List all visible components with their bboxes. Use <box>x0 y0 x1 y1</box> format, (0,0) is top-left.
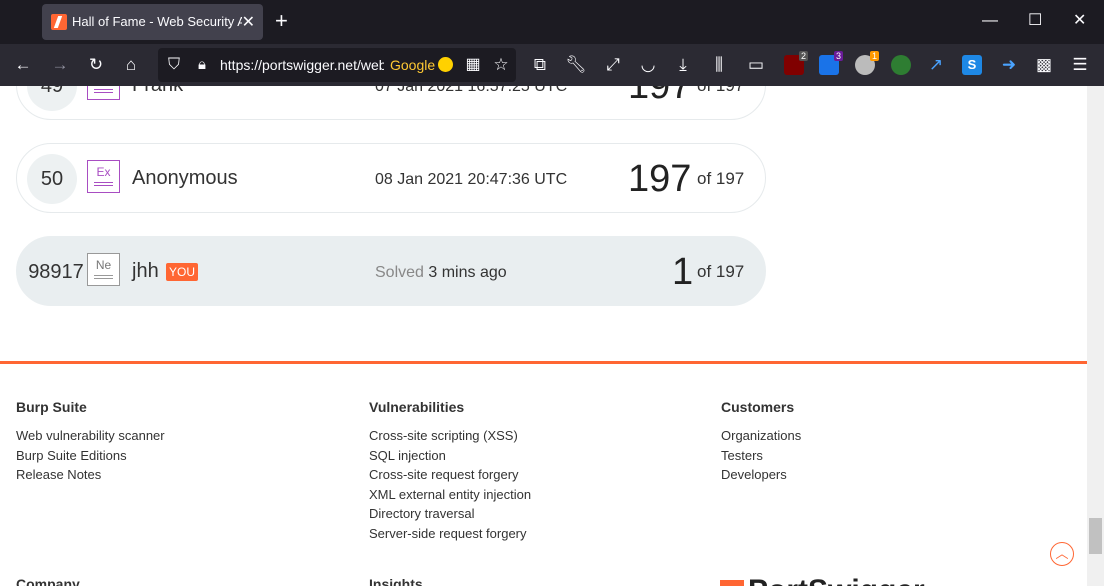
download-icon[interactable]: ⤓ <box>671 54 695 76</box>
score-total: of 197 <box>697 169 745 188</box>
reload-icon[interactable]: ↻ <box>84 54 108 76</box>
extension-forward-icon[interactable]: ➜ <box>997 54 1021 76</box>
score-total: of 197 <box>697 86 744 96</box>
url-text[interactable]: https://portswigger.net/web-security/all… <box>220 57 384 73</box>
user-name: Anonymous <box>132 167 238 189</box>
you-badge: YOU <box>166 263 199 281</box>
maximize-icon[interactable]: ☐ <box>1028 12 1042 30</box>
rank-number: 98917 <box>28 261 84 283</box>
leaderboard-row: 49 Frank 07 Jan 2021 16:57:25 UTC 197 of… <box>16 86 766 120</box>
back-icon[interactable]: ← <box>11 54 35 76</box>
close-tab-icon[interactable]: ✕ <box>242 12 255 32</box>
completion-time: 07 Jan 2021 16:57:25 UTC <box>375 86 568 95</box>
extension-blue-icon[interactable]: 3 <box>819 51 843 75</box>
new-tab-icon[interactable]: + <box>275 9 288 33</box>
rank-number: 49 <box>27 86 77 111</box>
scrollbar-thumb[interactable] <box>1089 518 1102 554</box>
element-avatar-icon: Ne <box>87 253 120 286</box>
footer-link[interactable]: Organizations <box>721 426 801 446</box>
score-value: 1 <box>672 251 694 293</box>
footer-link[interactable]: Release Notes <box>16 465 165 485</box>
score-total: of 197 <box>697 262 745 281</box>
rank-number: 50 <box>27 154 77 204</box>
ublock-icon[interactable]: 2 <box>784 51 808 75</box>
footer-link[interactable]: Burp Suite Editions <box>16 446 165 466</box>
footer-link[interactable]: Testers <box>721 446 801 466</box>
user-name: Frank <box>132 86 183 97</box>
minimize-icon[interactable]: — <box>982 12 998 30</box>
tracking-shield-icon[interactable]: ⛉ <box>162 54 186 76</box>
bookmark-star-icon[interactable]: ☆ <box>489 54 513 76</box>
element-avatar-icon: Ex <box>87 160 120 193</box>
score-value: 197 <box>628 158 692 200</box>
fullscreen-icon[interactable]: ⤢ <box>601 54 625 76</box>
extensions-grid-icon[interactable]: ▩ <box>1032 54 1056 76</box>
completion-time: 08 Jan 2021 20:47:36 UTC <box>375 171 568 188</box>
portswigger-favicon-icon <box>51 14 67 30</box>
footer-link[interactable]: SQL injection <box>369 446 531 466</box>
tab-title: Hall of Fame - Web Security Academy <box>72 14 242 29</box>
wrench-icon[interactable]: 🔧︎ <box>564 54 588 76</box>
footer-heading-customers: Customers <box>721 399 795 415</box>
footer-divider <box>0 361 1087 364</box>
completion-time: Solved 3 mins ago <box>375 264 507 282</box>
tab-bar: Hall of Fame - Web Security Academy ✕ + … <box>0 0 1104 44</box>
pocket-icon[interactable]: ◡ <box>636 54 660 76</box>
leaderboard-row: 50 Ex Anonymous 08 Jan 2021 20:47:36 UTC… <box>16 143 766 213</box>
solved-label: Solved <box>375 264 424 281</box>
solved-time: 3 mins ago <box>428 264 507 281</box>
close-window-icon[interactable]: ✕ <box>1073 12 1086 30</box>
lock-icon[interactable]: 🔒︎ <box>190 54 214 76</box>
footer-link[interactable]: Directory traversal <box>369 504 531 524</box>
address-bar[interactable]: ⛉ 🔒︎ https://portswigger.net/web-securit… <box>158 48 516 82</box>
page-scrollbar[interactable] <box>1087 86 1104 586</box>
footer-links-vulnerabilities: Cross-site scripting (XSS) SQL injection… <box>369 426 531 544</box>
footer-link[interactable]: Cross-site request forgery <box>369 465 531 485</box>
footer-link[interactable]: Cross-site scripting (XSS) <box>369 426 531 446</box>
home-icon[interactable]: ⌂ <box>119 54 143 76</box>
logo-mark-icon <box>720 580 744 586</box>
extension-shoe-icon[interactable]: 1 <box>855 51 879 75</box>
page-content: 49 Frank 07 Jan 2021 16:57:25 UTC 197 of… <box>0 86 1087 586</box>
footer-link[interactable]: Developers <box>721 465 801 485</box>
user-name: jhh <box>132 260 159 282</box>
footer-links-burp-suite: Web vulnerability scanner Burp Suite Edi… <box>16 426 165 485</box>
footer-heading-vulnerabilities: Vulnerabilities <box>369 399 465 415</box>
footer-heading-company: Company <box>16 576 80 586</box>
library-icon[interactable]: ⫼ <box>707 54 731 76</box>
score-value: 197 <box>628 86 692 107</box>
footer-link[interactable]: XML external entity injection <box>369 485 531 505</box>
navigation-toolbar: ← → ↻ ⌂ ⛉ 🔒︎ https://portswigger.net/web… <box>0 44 1104 86</box>
search-engine-label[interactable]: Google <box>390 57 435 73</box>
extension-arrow-icon[interactable]: ↗ <box>924 54 948 76</box>
active-tab[interactable]: Hall of Fame - Web Security Academy ✕ <box>42 4 263 40</box>
extension-puzzle-icon[interactable]: ⧉ <box>528 54 552 76</box>
sidebar-icon[interactable]: ▭ <box>744 54 768 76</box>
footer-heading-insights: Insights <box>369 576 423 586</box>
scroll-to-top-icon[interactable]: ︿ <box>1050 542 1074 566</box>
extension-s-icon[interactable]: S <box>962 55 982 75</box>
element-avatar-icon <box>87 86 120 100</box>
footer-link[interactable]: Server-side request forgery <box>369 524 531 544</box>
extension-green-icon[interactable] <box>891 55 911 75</box>
footer-heading-burp-suite: Burp Suite <box>16 399 87 415</box>
grid-icon[interactable]: ▦ <box>461 54 485 76</box>
footer-link[interactable]: Web vulnerability scanner <box>16 426 165 446</box>
forward-icon[interactable]: → <box>48 54 72 76</box>
footer-links-customers: Organizations Testers Developers <box>721 426 801 485</box>
status-dot-icon <box>438 57 453 72</box>
menu-icon[interactable]: ☰ <box>1068 54 1092 76</box>
current-user-row: 98917 Ne jhh YOU Solved 3 mins ago 1 of … <box>16 236 766 306</box>
